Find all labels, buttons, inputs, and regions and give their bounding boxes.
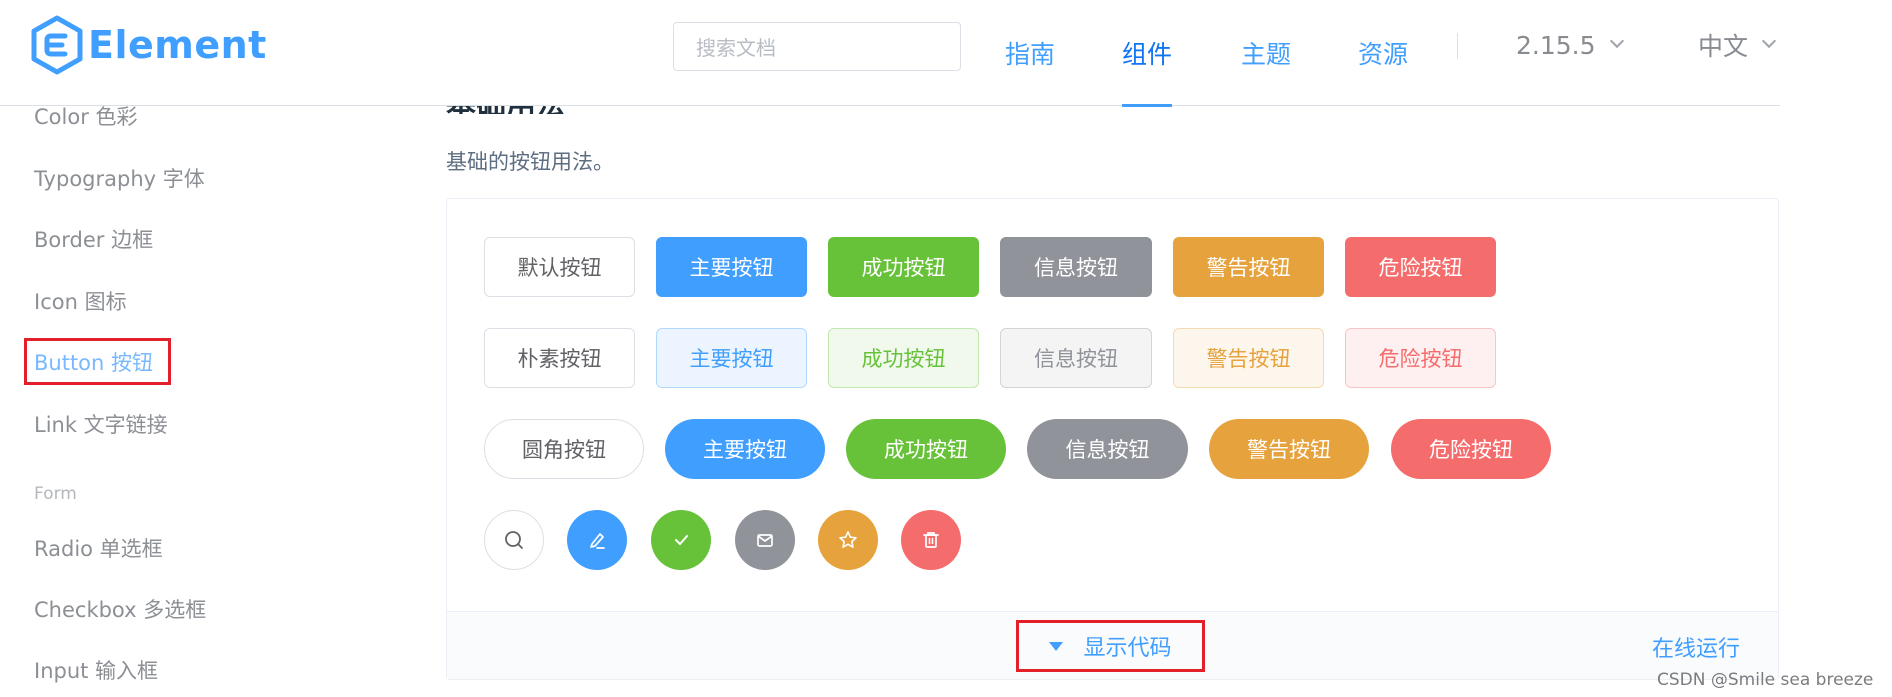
nav-theme-label: 主题 (1241, 40, 1292, 69)
nav-divider (1457, 33, 1458, 59)
danger-button[interactable]: 危险按钮 (1345, 237, 1496, 297)
version-label: 2.15.5 (1516, 30, 1596, 60)
show-code-label: 显示代码 (1083, 636, 1172, 661)
plain-primary-button[interactable]: 主要按钮 (656, 328, 807, 388)
plain-default-button[interactable]: 朴素按钮 (484, 328, 635, 388)
nav-component-label: 组件 (1122, 40, 1173, 69)
watermark-text: CSDN @Smile sea breeze (1657, 670, 1874, 690)
round-default-button[interactable]: 圆角按钮 (484, 419, 644, 479)
sidebar-item-typography[interactable]: Typography 字体 (34, 163, 205, 193)
section-title: 基础用法 (446, 106, 646, 114)
sidebar-group-form: Form (34, 484, 77, 504)
highlight-box-button (24, 338, 171, 385)
circle-delete-button[interactable] (901, 510, 961, 570)
element-logo[interactable]: Element (30, 14, 267, 76)
circle-check-button[interactable] (651, 510, 711, 570)
plain-danger-button[interactable]: 危险按钮 (1345, 328, 1496, 388)
plain-success-button[interactable]: 成功按钮 (828, 328, 979, 388)
message-icon (757, 534, 773, 547)
sidebar-item-radio[interactable]: Radio 单选框 (34, 533, 163, 563)
element-logo-icon (31, 15, 83, 75)
sidebar-item-checkbox[interactable]: Checkbox 多选框 (34, 594, 206, 624)
section-description: 基础的按钮用法。 (446, 150, 614, 174)
check-icon (675, 535, 688, 545)
delete-icon (923, 532, 939, 548)
search-icon (505, 531, 523, 549)
sidebar-item-input[interactable]: Input 输入框 (34, 655, 158, 685)
nav-active-indicator (1122, 104, 1173, 107)
circle-search-button[interactable] (484, 510, 544, 570)
nav-resource[interactable]: 资源 (1358, 0, 1408, 106)
chevron-down-icon (1609, 33, 1624, 49)
search-input[interactable]: 搜索文档 (673, 22, 961, 71)
round-danger-button[interactable]: 危险按钮 (1391, 419, 1551, 479)
sidebar-item-icon[interactable]: Icon 图标 (34, 286, 127, 316)
warning-button[interactable]: 警告按钮 (1173, 237, 1324, 297)
circle-message-button[interactable] (735, 510, 795, 570)
round-success-button[interactable]: 成功按钮 (846, 419, 1006, 479)
section-title-text: 基础用法 (446, 106, 566, 114)
sidebar-item-color[interactable]: Color 色彩 (34, 101, 138, 131)
info-button[interactable]: 信息按钮 (1000, 237, 1152, 297)
nav-component[interactable]: 组件 (1122, 0, 1173, 107)
nav-guide[interactable]: 指南 (1005, 0, 1055, 106)
logo-text: Element (88, 23, 267, 67)
edit-icon (590, 533, 605, 549)
success-button[interactable]: 成功按钮 (828, 237, 979, 297)
show-code-toggle[interactable]: 显示代码 (1016, 620, 1205, 672)
plain-info-button[interactable]: 信息按钮 (1000, 328, 1152, 388)
primary-button[interactable]: 主要按钮 (656, 237, 807, 297)
sidebar-item-border[interactable]: Border 边框 (34, 224, 153, 254)
nav-guide-label: 指南 (1005, 40, 1056, 69)
plain-warning-button[interactable]: 警告按钮 (1173, 328, 1324, 388)
sidebar-item-link[interactable]: Link 文字链接 (34, 409, 168, 439)
language-dropdown[interactable]: 中文 (1698, 0, 1777, 90)
nav-resource-label: 资源 (1358, 40, 1409, 69)
star-icon (839, 531, 857, 549)
top-header: Element 搜索文档 指南 组件 主题 资源 2.15.5 中文 (0, 0, 1780, 107)
caret-down-icon (1049, 641, 1064, 651)
round-warning-button[interactable]: 警告按钮 (1209, 419, 1369, 479)
round-info-button[interactable]: 信息按钮 (1027, 419, 1188, 479)
language-label: 中文 (1698, 32, 1749, 61)
search-placeholder: 搜索文档 (696, 36, 776, 60)
circle-star-button[interactable] (818, 510, 878, 570)
default-button[interactable]: 默认按钮 (484, 237, 635, 297)
run-online-link[interactable]: 在线运行 (1652, 631, 1740, 663)
circle-edit-button[interactable] (567, 510, 627, 570)
nav-theme[interactable]: 主题 (1241, 0, 1291, 106)
chevron-down-icon (1761, 33, 1777, 49)
round-primary-button[interactable]: 主要按钮 (665, 419, 825, 479)
version-dropdown[interactable]: 2.15.5 (1516, 0, 1624, 90)
